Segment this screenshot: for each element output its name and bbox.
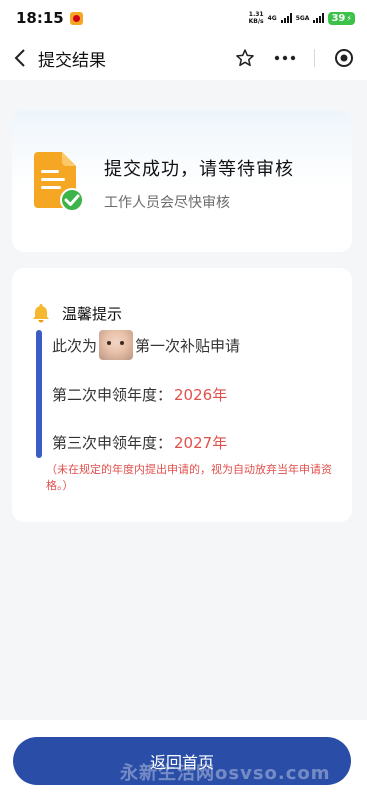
back-button[interactable] xyxy=(2,36,38,80)
close-miniprogram-button[interactable] xyxy=(333,47,355,69)
more-button[interactable] xyxy=(274,47,296,69)
timeline-row-first: 此次为 第一次补贴申请 xyxy=(52,330,240,360)
row1-suffix: 第一次补贴申请 xyxy=(135,336,241,355)
tips-title: 温馨提示 xyxy=(62,304,123,323)
result-title: 提交成功，请等待审核 xyxy=(104,159,294,180)
row3-label: 第三次申领年度： xyxy=(52,434,173,452)
timeline-row-third: 第三次申领年度： 2027年 xyxy=(52,432,227,453)
timeline-row-second: 第二次申领年度： 2026年 xyxy=(52,384,227,405)
signal-icon-2 xyxy=(313,13,325,23)
network-type-4g: 4G xyxy=(267,14,277,22)
status-bar: 18:15 1.31 KB/s 4G 5GA 39 ⚡ xyxy=(0,0,367,36)
target-icon xyxy=(335,49,353,67)
row2-label: 第二次申领年度： xyxy=(52,386,173,404)
signal-icon xyxy=(280,13,292,23)
row1-prefix: 此次为 xyxy=(52,336,98,355)
nav-actions xyxy=(234,36,355,80)
battery-level: 39 xyxy=(331,12,346,24)
result-card: 提交成功，请等待审核 工作人员会尽快审核 xyxy=(12,110,352,252)
notification-app-icon xyxy=(69,11,83,25)
status-right: 1.31 KB/s 4G 5GA 39 ⚡ xyxy=(249,11,355,25)
row2-year: 2026年 xyxy=(174,386,228,404)
result-subtitle: 工作人员会尽快审核 xyxy=(104,195,230,211)
nav-divider xyxy=(314,49,315,67)
tips-note: （未在规定的年度内提出申请的，视为自动放弃当年申请资格。） xyxy=(46,463,332,492)
user-avatar xyxy=(99,330,134,360)
page-title: 提交结果 xyxy=(38,50,106,71)
tips-header: 温馨提示 xyxy=(30,302,122,324)
network-speed-value: 1.31 xyxy=(248,11,264,18)
charging-icon: ⚡ xyxy=(346,13,352,23)
row3-year: 2027年 xyxy=(174,434,228,452)
favorite-button[interactable] xyxy=(234,47,256,69)
network-type-5ga: 5GA xyxy=(295,14,310,22)
network-speed-unit: KB/s xyxy=(248,18,264,25)
network-speed: 1.31 KB/s xyxy=(249,11,264,25)
status-left: 18:15 xyxy=(16,9,83,27)
tips-card: 温馨提示 此次为 第一次补贴申请 第二次申领年度： 2026年 第三次申领年度：… xyxy=(12,268,352,522)
watermark: 永新生活网osvso.com xyxy=(120,763,331,784)
chevron-left-icon xyxy=(14,49,25,67)
timeline-bar xyxy=(36,330,42,458)
battery-indicator: 39 ⚡ xyxy=(328,11,355,25)
bell-icon xyxy=(33,304,49,323)
nav-bar: 提交结果 xyxy=(0,36,367,80)
more-dots-icon xyxy=(274,55,296,61)
document-success-icon xyxy=(34,152,84,212)
star-icon xyxy=(236,49,254,67)
status-time: 18:15 xyxy=(16,9,64,27)
